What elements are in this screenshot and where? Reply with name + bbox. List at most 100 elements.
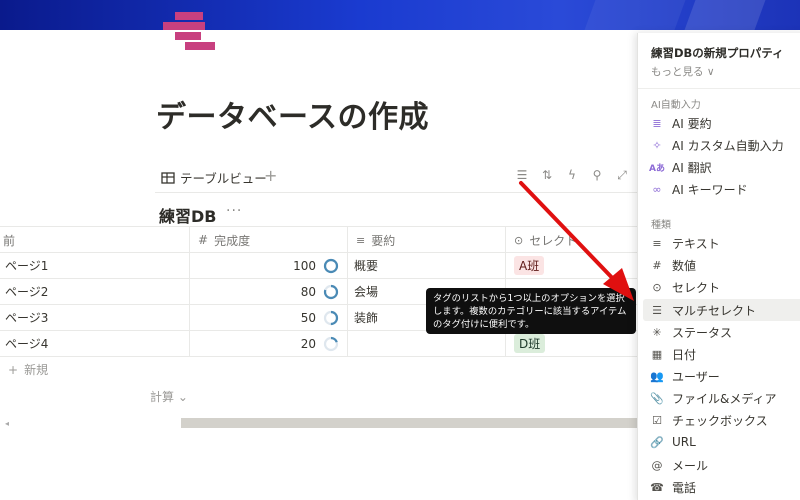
- cell-name[interactable]: ページ2: [0, 279, 190, 304]
- cell-name[interactable]: ページ1: [0, 253, 190, 278]
- add-row-label: 新規: [24, 363, 49, 377]
- progress-ring-icon: [323, 336, 339, 351]
- property-option-checkbox[interactable]: ☑ チェックボックス: [643, 409, 800, 431]
- ai-keyword-icon: ∞: [652, 182, 662, 196]
- cell-summary[interactable]: 概要: [348, 253, 506, 278]
- property-option-phone[interactable]: ☎ 電話: [643, 476, 800, 498]
- property-option-label: AI キーワード: [672, 182, 748, 197]
- cell-summary[interactable]: [348, 331, 506, 356]
- select-tag[interactable]: A班: [514, 256, 545, 275]
- panel-title: 練習DBの新規プロパティ: [651, 46, 784, 60]
- summary-text: 会場: [354, 285, 379, 299]
- section-label-types: 種類: [651, 220, 671, 231]
- tab-table-view[interactable]: テーブルビュー: [161, 168, 267, 187]
- new-property-panel: 練習DBの新規プロパティ もっと見る ∨ AI自動入力 ≣ AI 要約 ✧ AI…: [637, 33, 800, 500]
- horizontal-scrollbar[interactable]: [181, 418, 640, 428]
- tab-label: テーブルビュー: [180, 171, 267, 186]
- property-option-url[interactable]: 🔗 URL: [643, 431, 800, 453]
- property-option-status[interactable]: ✳ ステータス: [643, 321, 800, 343]
- summary-text: 装飾: [354, 311, 379, 325]
- search-icon[interactable]: ⚲: [590, 168, 604, 182]
- property-option-ai-translate[interactable]: Aあ AI 翻訳: [643, 156, 800, 178]
- cell-name[interactable]: ページ3: [0, 305, 190, 330]
- row-title: ページ3: [5, 311, 49, 325]
- property-option-text[interactable]: ≡ テキスト: [643, 232, 800, 254]
- show-more-button[interactable]: もっと見る ∨: [651, 64, 715, 79]
- property-option-ai-custom[interactable]: ✧ AI カスタム自動入力: [643, 134, 800, 156]
- database-title[interactable]: 練習DB: [159, 203, 216, 227]
- property-option-multi-select[interactable]: ☰ マルチセレクト: [643, 299, 800, 321]
- page-title[interactable]: データベースの作成: [156, 92, 429, 136]
- column-header-label: 完成度: [214, 233, 251, 248]
- divider: [638, 88, 800, 89]
- ai-translate-icon: Aあ: [649, 163, 665, 174]
- select-icon: ⊙: [652, 280, 662, 294]
- column-header-label: セレクト: [529, 233, 578, 248]
- property-option-label: ユーザー: [672, 369, 720, 384]
- page-cover[interactable]: [0, 0, 800, 30]
- table-row[interactable]: ページ1 100 概要 A班: [0, 253, 640, 279]
- property-tooltip: タグのリストから1つ以上のオプションを選択します。複数のカテゴリーに該当するアイ…: [426, 288, 636, 334]
- scroll-left-icon[interactable]: ◂: [5, 419, 9, 428]
- database-more-button[interactable]: ···: [226, 203, 242, 219]
- property-option-label: セレクト: [672, 280, 721, 295]
- calculate-button[interactable]: 計算 ⌄: [150, 388, 188, 405]
- section-label-ai: AI自動入力: [651, 100, 701, 111]
- property-option-select[interactable]: ⊙ セレクト: [643, 276, 800, 298]
- filter-icon[interactable]: ☰: [515, 168, 529, 182]
- property-option-label: テキスト: [672, 236, 720, 251]
- property-option-users[interactable]: 👥 ユーザー: [643, 365, 800, 387]
- checkbox-icon: ☑: [652, 413, 662, 427]
- property-option-ai-keyword[interactable]: ∞ AI キーワード: [643, 178, 800, 200]
- property-option-label: ステータス: [672, 325, 733, 340]
- cell-progress[interactable]: 50: [190, 305, 348, 330]
- cell-progress[interactable]: 80: [190, 279, 348, 304]
- property-option-ai-summary[interactable]: ≣ AI 要約: [643, 112, 800, 134]
- column-header-summary[interactable]: ≡ 要約: [348, 227, 506, 253]
- view-toolbar: ☰ ⇅ ϟ ⚲ ⤢: [515, 168, 629, 183]
- select-icon: ⊙: [514, 233, 524, 247]
- property-option-files[interactable]: 📎 ファイル&メディア: [643, 387, 800, 409]
- table-row[interactable]: ページ4 20 D班: [0, 331, 640, 357]
- property-option-label: 日付: [672, 347, 697, 362]
- property-option-label: メール: [672, 458, 709, 473]
- add-row-button[interactable]: + 新規: [8, 361, 48, 378]
- calc-label: 計算: [150, 390, 175, 404]
- property-option-label: チェックボックス: [672, 413, 768, 428]
- progress-value: 80: [300, 284, 316, 299]
- row-title: ページ4: [5, 337, 49, 351]
- automation-icon[interactable]: ϟ: [565, 168, 579, 182]
- at-icon: @: [651, 458, 663, 472]
- cell-progress[interactable]: 20: [190, 331, 348, 356]
- cell-select[interactable]: A班: [506, 253, 646, 278]
- column-header-progress[interactable]: # 完成度: [190, 227, 348, 253]
- chevron-down-icon: ⌄: [177, 390, 188, 404]
- ai-summary-icon: ≣: [652, 116, 662, 130]
- text-lines-icon: ≡: [356, 233, 366, 247]
- row-title: ページ2: [5, 285, 49, 299]
- table-icon: [161, 171, 175, 184]
- sort-icon[interactable]: ⇅: [540, 168, 554, 182]
- column-header-select[interactable]: ⊙ セレクト: [506, 227, 646, 253]
- expand-icon[interactable]: ⤢: [615, 168, 629, 182]
- page-icon[interactable]: [163, 12, 215, 50]
- column-header-name[interactable]: 前: [0, 227, 190, 253]
- users-icon: 👥: [650, 369, 664, 383]
- progress-ring-icon: [323, 258, 339, 273]
- plus-icon: +: [8, 362, 19, 377]
- status-icon: ✳: [652, 325, 662, 339]
- cell-name[interactable]: ページ4: [0, 331, 190, 356]
- progress-ring-icon: [323, 310, 339, 325]
- property-option-number[interactable]: # 数値: [643, 254, 800, 276]
- table-header: 前 # 完成度 ≡ 要約 ⊙ セレクト: [0, 226, 640, 253]
- cell-select[interactable]: D班: [506, 331, 646, 356]
- add-view-button[interactable]: +: [264, 166, 277, 185]
- progress-ring-icon: [323, 284, 339, 299]
- cell-progress[interactable]: 100: [190, 253, 348, 278]
- link-icon: 🔗: [650, 435, 664, 449]
- select-tag[interactable]: D班: [514, 334, 546, 353]
- property-option-date[interactable]: ▦ 日付: [643, 343, 800, 365]
- progress-value: 20: [300, 336, 316, 351]
- property-option-email[interactable]: @ メール: [643, 454, 800, 476]
- number-icon: #: [198, 233, 209, 247]
